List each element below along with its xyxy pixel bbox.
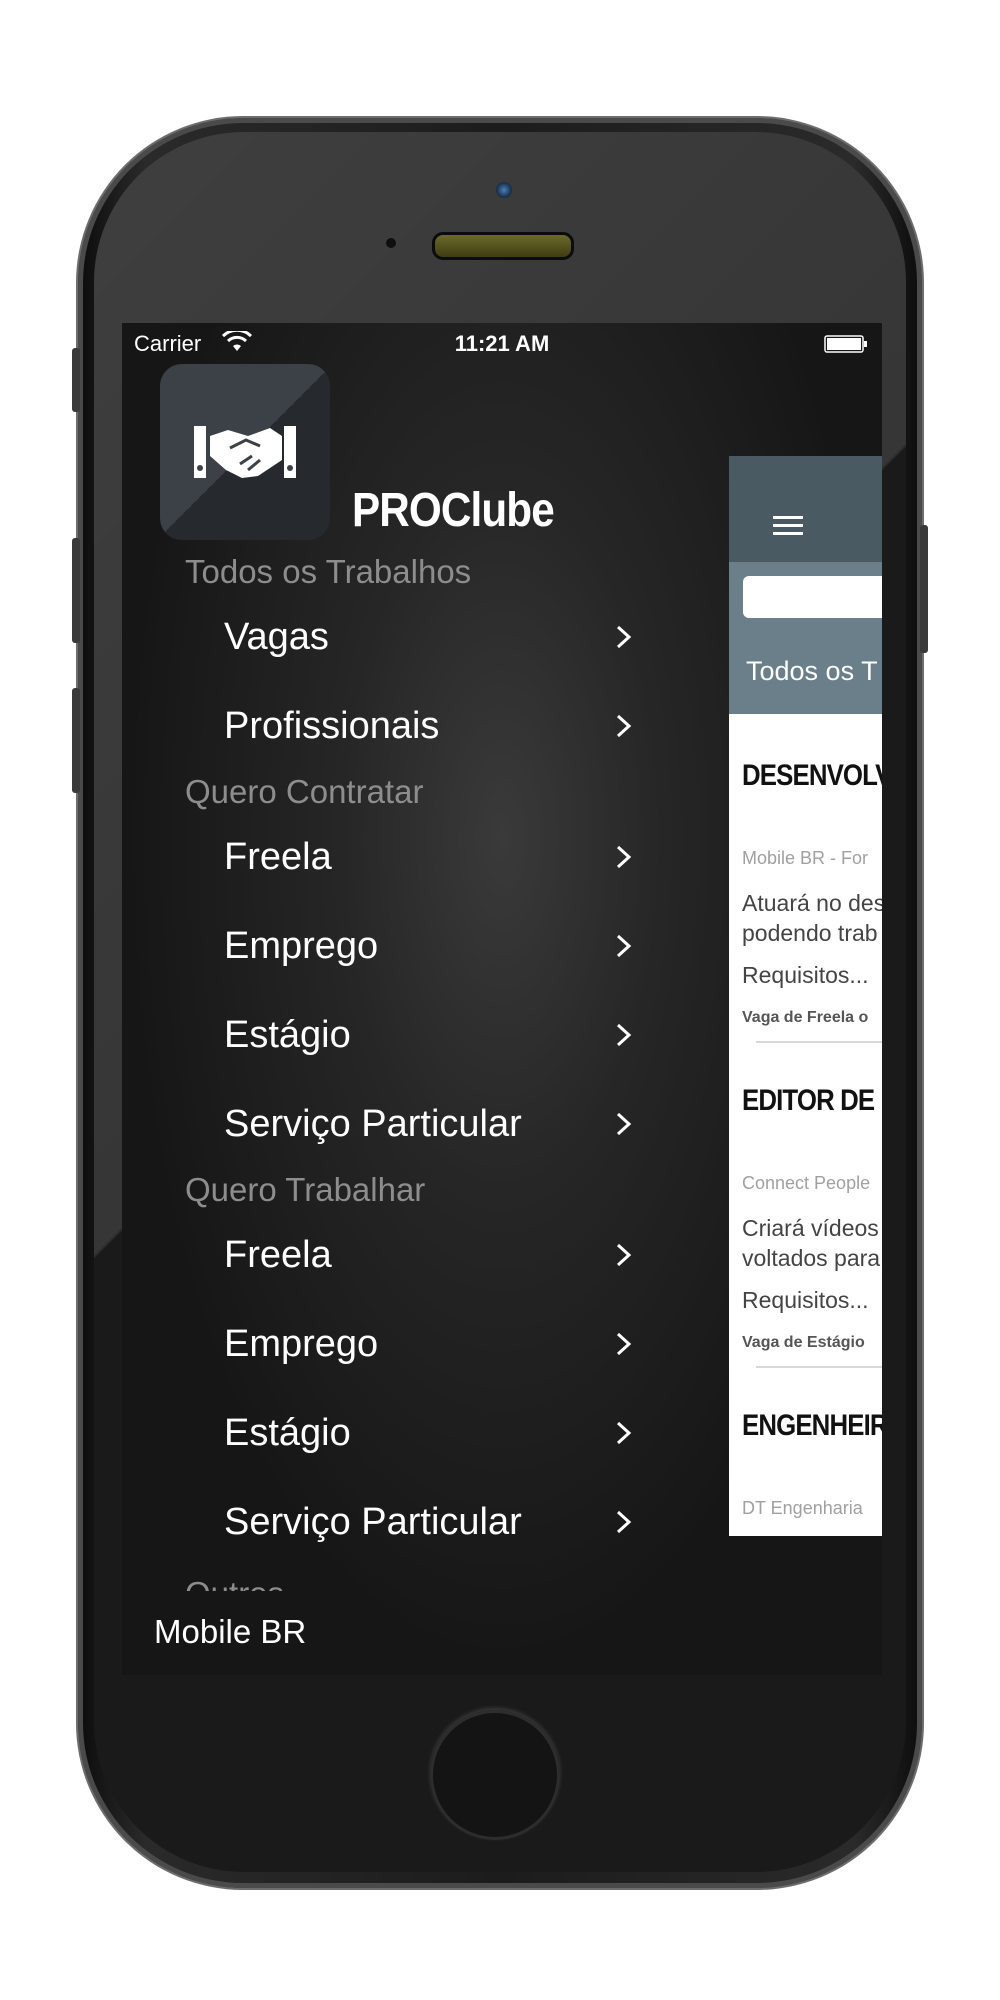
search-bar	[729, 562, 882, 628]
home-button[interactable]	[430, 1710, 560, 1840]
proximity-sensor	[386, 238, 396, 248]
job-description-line: voltados para	[742, 1245, 881, 1271]
chevron-right-icon	[616, 1332, 632, 1356]
front-camera	[496, 182, 512, 198]
menu-item-trabalhar-servico[interactable]: Serviço Particular	[122, 1478, 682, 1567]
menu-item-label: Serviço Particular	[224, 1103, 522, 1145]
chevron-right-icon	[616, 1510, 632, 1534]
status-bar: Carrier 11:21 AM	[122, 323, 882, 363]
menu-item-label: Emprego	[224, 925, 379, 967]
section-header-trabalhar: Quero Trabalhar	[185, 1171, 426, 1208]
divider	[756, 1041, 882, 1043]
menu-item-trabalhar-emprego[interactable]: Emprego	[122, 1300, 682, 1389]
menu-item-trabalhar-freela[interactable]: Freela	[122, 1211, 682, 1300]
job-requirements: Requisitos...	[742, 1287, 869, 1313]
menu-item-label: Vagas	[224, 616, 329, 658]
drawer-menu: Todos os Trabalhos Vagas Profissionais Q…	[122, 551, 682, 1567]
app-logo	[160, 364, 330, 540]
menu-item-label: Emprego	[224, 1323, 379, 1365]
chevron-right-icon	[616, 1112, 632, 1136]
search-input[interactable]	[743, 576, 882, 618]
section-header-partial: Outros	[122, 1575, 745, 1591]
menu-item-label: Freela	[224, 1234, 332, 1276]
menu-item-trabalhar-estagio[interactable]: Estágio	[122, 1389, 682, 1478]
section-header-contratar: Quero Contratar	[185, 773, 424, 810]
job-company: DT Engenharia	[742, 1498, 863, 1518]
menu-item-label: Estágio	[224, 1014, 351, 1056]
power-button	[920, 525, 928, 653]
job-title[interactable]: ENGENHEIR	[742, 1409, 882, 1443]
chevron-right-icon	[616, 934, 632, 958]
menu-item-vagas[interactable]: Vagas	[122, 593, 682, 682]
app-title: PROClube	[352, 484, 555, 537]
job-description-line: podendo trab	[742, 920, 878, 946]
volume-up-button	[72, 538, 80, 643]
job-requirements: Requisitos...	[742, 962, 869, 988]
menu-item-contratar-servico[interactable]: Serviço Particular	[122, 1080, 682, 1169]
chevron-right-icon	[616, 1421, 632, 1445]
mute-switch	[72, 348, 80, 412]
volume-down-button	[72, 688, 80, 793]
menu-item-contratar-estagio[interactable]: Estágio	[122, 991, 682, 1080]
status-time: 11:21 AM	[454, 331, 550, 356]
menu-item-label: Serviço Particular	[224, 1501, 522, 1543]
section-header-todos: Todos os Trabalhos	[185, 553, 472, 590]
hamburger-menu-icon[interactable]	[773, 515, 803, 537]
job-description-line: Atuará no des	[742, 890, 882, 916]
job-title[interactable]: DESENVOLV	[742, 759, 882, 793]
chevron-right-icon	[616, 845, 632, 869]
job-title[interactable]: EDITOR DE	[742, 1084, 882, 1118]
menu-item-profissionais[interactable]: Profissionais	[122, 682, 682, 771]
menu-item-contratar-freela[interactable]: Freela	[122, 813, 682, 902]
job-company: Connect People	[742, 1173, 871, 1193]
menu-item-label: Profissionais	[224, 705, 440, 747]
divider	[756, 1366, 882, 1368]
earpiece-speaker	[432, 232, 574, 260]
footer-user-name[interactable]: Mobile BR	[154, 1613, 306, 1651]
screen: Carrier 11:21 AM PROClube Todos os Traba…	[122, 323, 882, 1675]
handshake-icon	[194, 426, 296, 478]
chevron-right-icon	[616, 625, 632, 649]
job-type: Vaga de Freela o	[742, 1009, 869, 1026]
job-company: Mobile BR - For	[742, 848, 869, 868]
job-description-line: Criará vídeos	[742, 1215, 879, 1241]
nav-bar	[729, 456, 882, 562]
main-content-panel[interactable]: Todos os T DESENVOLV Mobile BR - For Atu…	[729, 456, 882, 1536]
menu-item-label: Freela	[224, 836, 332, 878]
filter-title: Todos os T	[729, 628, 882, 714]
chevron-right-icon	[616, 1023, 632, 1047]
menu-item-contratar-emprego[interactable]: Emprego	[122, 902, 682, 991]
menu-item-label: Estágio	[224, 1412, 351, 1454]
chevron-right-icon	[616, 1243, 632, 1267]
job-type: Vaga de Estágio	[742, 1334, 865, 1351]
battery-icon	[824, 335, 867, 353]
chevron-right-icon	[616, 714, 632, 738]
